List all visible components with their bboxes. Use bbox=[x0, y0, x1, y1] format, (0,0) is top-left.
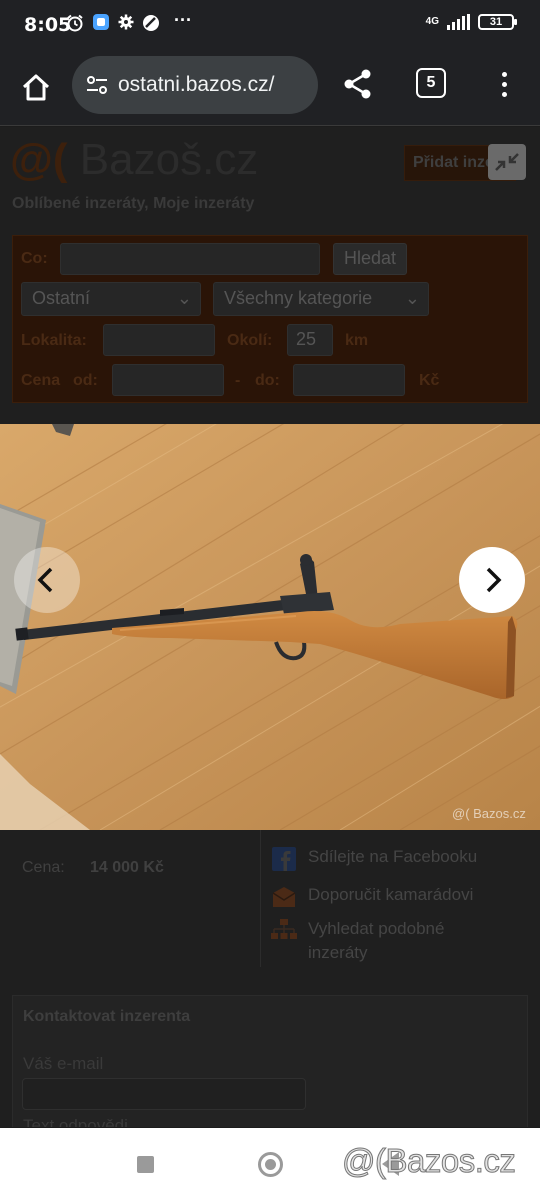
previous-photo-button[interactable] bbox=[14, 547, 80, 613]
collapse-icon bbox=[495, 153, 519, 171]
listing-photo[interactable] bbox=[0, 424, 540, 830]
price-value: 14 000 Kč bbox=[90, 859, 164, 876]
next-photo-button[interactable] bbox=[459, 547, 525, 613]
currency-label: Kč bbox=[419, 372, 440, 389]
locality-label: Lokalita: bbox=[21, 332, 87, 349]
status-bar: 8:05 ··· 4G 31 bbox=[0, 0, 540, 50]
chevron-down-icon: ⌄ bbox=[404, 288, 420, 308]
share-facebook-label: Sdílejte na Facebooku bbox=[308, 847, 478, 866]
chevron-right-icon bbox=[486, 567, 502, 593]
email-label: Váš e-mail bbox=[23, 1054, 104, 1073]
home-icon bbox=[22, 74, 50, 101]
find-similar-line1: Vyhledat podobné bbox=[308, 919, 445, 938]
share-button[interactable] bbox=[336, 62, 380, 106]
exit-fullscreen-button[interactable] bbox=[488, 144, 526, 180]
search-form: Co: Hledat Ostatní ⌄ Všechny kategorie ⌄… bbox=[12, 235, 528, 403]
screen: 8:05 ··· 4G 31 ostatni.bazos.cz/ 5 @(Ba… bbox=[0, 0, 540, 1200]
status-right: 4G 31 bbox=[426, 14, 517, 30]
locality-input[interactable] bbox=[103, 324, 215, 356]
radius-unit: km bbox=[345, 332, 369, 349]
browser-menu-button[interactable] bbox=[490, 64, 518, 104]
battery-level: 31 bbox=[489, 16, 503, 28]
price-to-label: do: bbox=[255, 372, 280, 389]
home-nav-button[interactable] bbox=[258, 1152, 283, 1177]
system-nav-bar: @(Bazos.cz bbox=[0, 1128, 540, 1200]
section-select[interactable]: Ostatní ⌄ bbox=[21, 282, 201, 316]
price-separator: - bbox=[235, 372, 241, 389]
envelope-icon bbox=[272, 887, 296, 907]
logo-at: @( bbox=[10, 135, 68, 184]
find-similar-line2: inzeráty bbox=[308, 943, 368, 962]
network-indicator: 4G bbox=[426, 17, 439, 27]
share-facebook-link[interactable]: Sdílejte na Facebooku bbox=[270, 847, 477, 873]
divider bbox=[260, 817, 261, 967]
recent-apps-button[interactable] bbox=[137, 1156, 154, 1173]
co-label: Co: bbox=[21, 250, 48, 267]
email-input[interactable] bbox=[22, 1078, 306, 1110]
category-select[interactable]: Všechny kategorie ⌄ bbox=[213, 282, 429, 316]
home-button[interactable] bbox=[14, 66, 58, 110]
logo-text: Bazoš.cz bbox=[79, 135, 259, 184]
site-logo[interactable]: @( Bazoš.cz bbox=[10, 135, 258, 185]
reply-label: Text odpovědi bbox=[23, 1116, 128, 1127]
rifle-photo bbox=[0, 424, 540, 830]
alarm-icon bbox=[66, 14, 84, 37]
chevron-down-icon: ⌄ bbox=[176, 288, 192, 308]
radius-input[interactable]: 25 bbox=[287, 324, 333, 356]
price-label: Cena: bbox=[22, 859, 65, 876]
address-bar[interactable]: ostatni.bazos.cz/ bbox=[72, 56, 318, 114]
favorites-links[interactable]: Oblíbené inzeráty, Moje inzeráty bbox=[12, 195, 254, 213]
settings-gear-icon bbox=[118, 14, 134, 35]
network-type: 4G bbox=[425, 16, 439, 27]
find-similar-link[interactable]: Vyhledat podobné inzeráty bbox=[270, 917, 444, 965]
category-select-value: Všechny kategorie bbox=[224, 288, 373, 308]
url-text[interactable]: ostatni.bazos.cz/ bbox=[118, 73, 274, 97]
radius-label: Okolí: bbox=[227, 332, 273, 349]
price-from-label: od: bbox=[73, 372, 98, 389]
bazos-watermark: @(Bazos.cz bbox=[341, 1142, 516, 1180]
search-input[interactable] bbox=[60, 243, 320, 275]
recommend-friend-link[interactable]: Doporučit kamarádovi bbox=[270, 885, 473, 911]
contact-title: Kontaktovat inzerenta bbox=[23, 1008, 191, 1025]
chevron-left-icon bbox=[37, 567, 53, 593]
recommend-friend-label: Doporučit kamarádovi bbox=[308, 885, 474, 904]
price-to-input[interactable] bbox=[293, 364, 405, 396]
search-button[interactable]: Hledat bbox=[333, 243, 408, 275]
photo-credit: @( Bazos.cz bbox=[452, 806, 526, 821]
tab-switcher-button[interactable]: 5 bbox=[416, 68, 446, 98]
signal-icon bbox=[447, 14, 470, 30]
find-similar-label: Vyhledat podobné inzeráty bbox=[308, 917, 444, 965]
browser-toolbar: ostatni.bazos.cz/ 5 bbox=[0, 50, 540, 126]
facebook-icon bbox=[272, 847, 296, 871]
contact-form: Kontaktovat inzerenta Váš e-mail Text od… bbox=[12, 995, 528, 1127]
more-notifications: ··· bbox=[174, 10, 192, 30]
site-settings-icon[interactable] bbox=[84, 72, 110, 98]
battery-icon: 31 bbox=[478, 14, 517, 30]
vpn-icon bbox=[142, 14, 160, 37]
hierarchy-icon bbox=[271, 919, 297, 939]
status-time: 8:05 bbox=[24, 14, 72, 36]
section-select-value: Ostatní bbox=[32, 288, 91, 308]
price-from-input[interactable] bbox=[112, 364, 224, 396]
app-notification-icon bbox=[93, 14, 109, 35]
price-filter-label: Cena bbox=[21, 372, 61, 389]
share-icon bbox=[344, 69, 371, 99]
